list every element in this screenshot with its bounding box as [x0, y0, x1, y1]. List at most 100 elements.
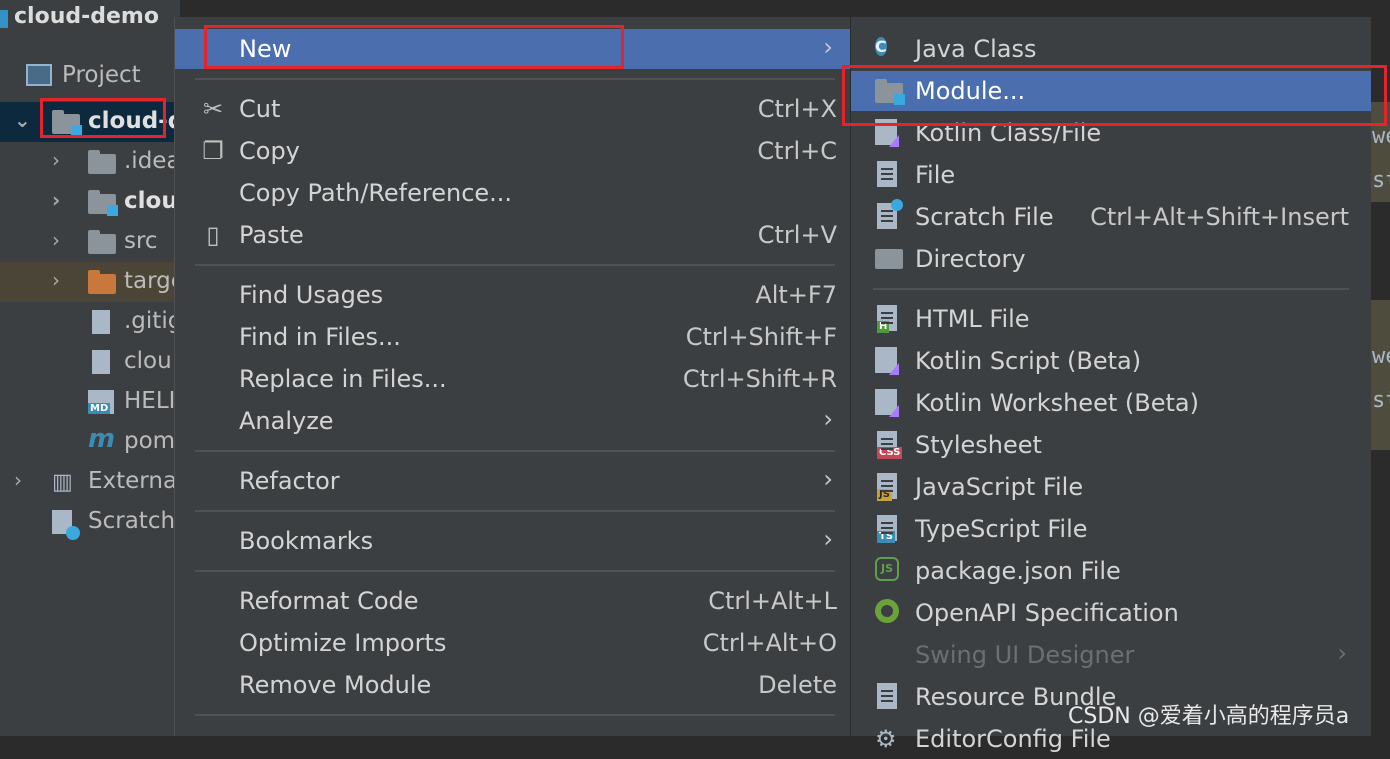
gear-icon: ⚙: [875, 725, 897, 753]
nodejs-icon: JS: [875, 557, 903, 585]
menu-item-cut[interactable]: ✂ Cut Ctrl+X: [175, 89, 851, 129]
submenu-item-file[interactable]: File: [851, 155, 1371, 195]
clipboard-icon: ▯: [206, 221, 220, 249]
menu-separator: [195, 78, 835, 80]
css-file-icon: CSS: [875, 431, 903, 459]
project-tool-window-tab[interactable]: Project: [26, 58, 141, 92]
menu-item-remove-module[interactable]: Remove Module Delete: [175, 665, 851, 705]
submenu-item-swing-ui-designer[interactable]: Swing UI Designer ›: [851, 635, 1371, 675]
menu-item-copy-path[interactable]: Copy Path/Reference...: [175, 173, 851, 213]
scratch-file-icon: [875, 199, 903, 231]
html-file-icon: H: [875, 305, 903, 333]
submenu-item-package-json[interactable]: JS package.json File: [851, 551, 1371, 591]
submenu-item-html-file[interactable]: H HTML File: [851, 299, 1371, 339]
tree-item-src[interactable]: › src: [0, 222, 180, 262]
submenu-item-label: Directory: [915, 245, 1026, 273]
submenu-item-java-class[interactable]: C Java Class: [851, 29, 1371, 69]
menu-item-analyze[interactable]: Analyze ›: [175, 401, 851, 441]
menu-item-shortcut: Ctrl+Alt+L: [708, 587, 837, 615]
submenu-item-label: package.json File: [915, 557, 1121, 585]
tree-item-label: pom: [124, 428, 176, 454]
menu-item-label: Refactor: [239, 467, 340, 495]
tree-item-root-module[interactable]: ⌄ cloud-d: [0, 102, 184, 142]
editor-area[interactable]: we st we st: [1370, 0, 1390, 736]
tree-item-idea[interactable]: › .idea: [0, 142, 181, 182]
menu-item-bookmarks[interactable]: Bookmarks ›: [175, 521, 851, 561]
menu-item-find-usages[interactable]: Find Usages Alt+F7: [175, 275, 851, 315]
tree-item-scratches[interactable]: Scratch: [0, 502, 180, 542]
menu-separator: [195, 264, 835, 266]
kotlin-worksheet-icon: [875, 389, 903, 417]
file-icon: [875, 161, 903, 189]
submenu-item-label: Module...: [915, 77, 1026, 105]
chevron-right-icon[interactable]: ›: [52, 228, 60, 252]
gitignore-file-icon: [92, 310, 110, 340]
chevron-right-icon: ›: [823, 465, 833, 493]
menu-item-copy[interactable]: ❐ Copy Ctrl+C: [175, 131, 851, 171]
chevron-right-icon[interactable]: ›: [52, 148, 60, 172]
tree-item-submodule[interactable]: › cloud: [0, 182, 194, 222]
menu-item-label: Find Usages: [239, 281, 384, 309]
tree-item-iml[interactable]: clou: [0, 342, 180, 382]
editor-text: st: [1372, 388, 1390, 413]
submenu-item-directory[interactable]: Directory: [851, 239, 1371, 279]
chevron-right-icon[interactable]: ›: [14, 468, 22, 492]
menu-item-replace-in-files[interactable]: Replace in Files... Ctrl+Shift+R: [175, 359, 851, 399]
menu-item-label: Bookmarks: [239, 527, 374, 555]
file-icon: [92, 350, 110, 380]
chevron-right-icon[interactable]: ›: [52, 188, 60, 212]
submenu-item-label: JavaScript File: [915, 473, 1084, 501]
submenu-item-label: OpenAPI Specification: [915, 599, 1179, 627]
copy-icon: ❐: [202, 137, 224, 165]
submenu-item-label: File: [915, 161, 956, 189]
tree-item-gitignore[interactable]: .gitig: [0, 302, 182, 342]
menu-item-refactor[interactable]: Refactor ›: [175, 461, 851, 501]
tree-item-label: clou: [124, 348, 172, 374]
menu-item-label: Copy Path/Reference...: [239, 179, 513, 207]
menu-separator: [195, 450, 835, 452]
watermark: CSDN @爱着小高的程序员a: [1068, 704, 1350, 729]
submenu-item-label: TypeScript File: [915, 515, 1088, 543]
menu-item-shortcut: Ctrl+V: [757, 221, 837, 249]
window-title-bar: cloud-demo: [0, 0, 180, 36]
submenu-item-scratch-file[interactable]: Scratch File Ctrl+Alt+Shift+Insert: [851, 197, 1371, 237]
tree-item-help[interactable]: MD HELI: [0, 382, 180, 422]
chevron-right-icon: ›: [823, 33, 833, 61]
editor-text: we: [1372, 124, 1390, 149]
submenu-item-label: HTML File: [915, 305, 1030, 333]
chevron-right-icon: ›: [1337, 639, 1347, 667]
submenu-item-javascript-file[interactable]: JS JavaScript File: [851, 467, 1371, 507]
submenu-item-kotlin-worksheet[interactable]: Kotlin Worksheet (Beta): [851, 383, 1371, 423]
submenu-item-stylesheet[interactable]: CSS Stylesheet: [851, 425, 1371, 465]
tree-item-label: cloud-d: [88, 108, 185, 134]
chevron-down-icon[interactable]: ⌄: [14, 108, 31, 132]
menu-separator: [873, 288, 1349, 290]
submenu-item-kotlin-class[interactable]: Kotlin Class/File: [851, 113, 1371, 153]
menu-item-find-in-files[interactable]: Find in Files... Ctrl+Shift+F: [175, 317, 851, 357]
tree-item-target[interactable]: › targe: [0, 262, 185, 302]
tree-item-pom[interactable]: m pom: [0, 422, 180, 462]
new-submenu: C Java Class Module... Kotlin Class/File…: [850, 17, 1371, 753]
menu-item-new[interactable]: New ›: [175, 29, 851, 69]
tree-item-external-libraries[interactable]: › ▥ Externa: [0, 462, 180, 502]
submenu-item-typescript-file[interactable]: TS TypeScript File: [851, 509, 1371, 549]
menu-item-shortcut: Ctrl+X: [757, 95, 837, 123]
submenu-item-openapi[interactable]: OpenAPI Specification: [851, 593, 1371, 633]
menu-item-label: Find in Files...: [239, 323, 401, 351]
folder-icon: [88, 150, 116, 180]
menu-item-paste[interactable]: ▯ Paste Ctrl+V: [175, 215, 851, 255]
menu-item-reformat-code[interactable]: Reformat Code Ctrl+Alt+L: [175, 581, 851, 621]
menu-item-label: Copy: [239, 137, 300, 165]
project-panel: cloud-demo Project ⌄ cloud-d › .idea › c…: [0, 0, 194, 736]
menu-item-optimize-imports[interactable]: Optimize Imports Ctrl+Alt+O: [175, 623, 851, 663]
editor-text: we: [1372, 344, 1390, 369]
chevron-right-icon[interactable]: ›: [52, 268, 60, 292]
javascript-file-icon: JS: [875, 473, 903, 501]
submenu-item-module[interactable]: Module...: [851, 71, 1371, 111]
menu-item-label: Reformat Code: [239, 587, 419, 615]
typescript-file-icon: TS: [875, 515, 903, 543]
submenu-item-kotlin-script[interactable]: Kotlin Script (Beta): [851, 341, 1371, 381]
editor-highlight: [1370, 300, 1390, 450]
project-view-icon: [26, 64, 52, 86]
tree-item-label: .idea: [124, 148, 181, 174]
